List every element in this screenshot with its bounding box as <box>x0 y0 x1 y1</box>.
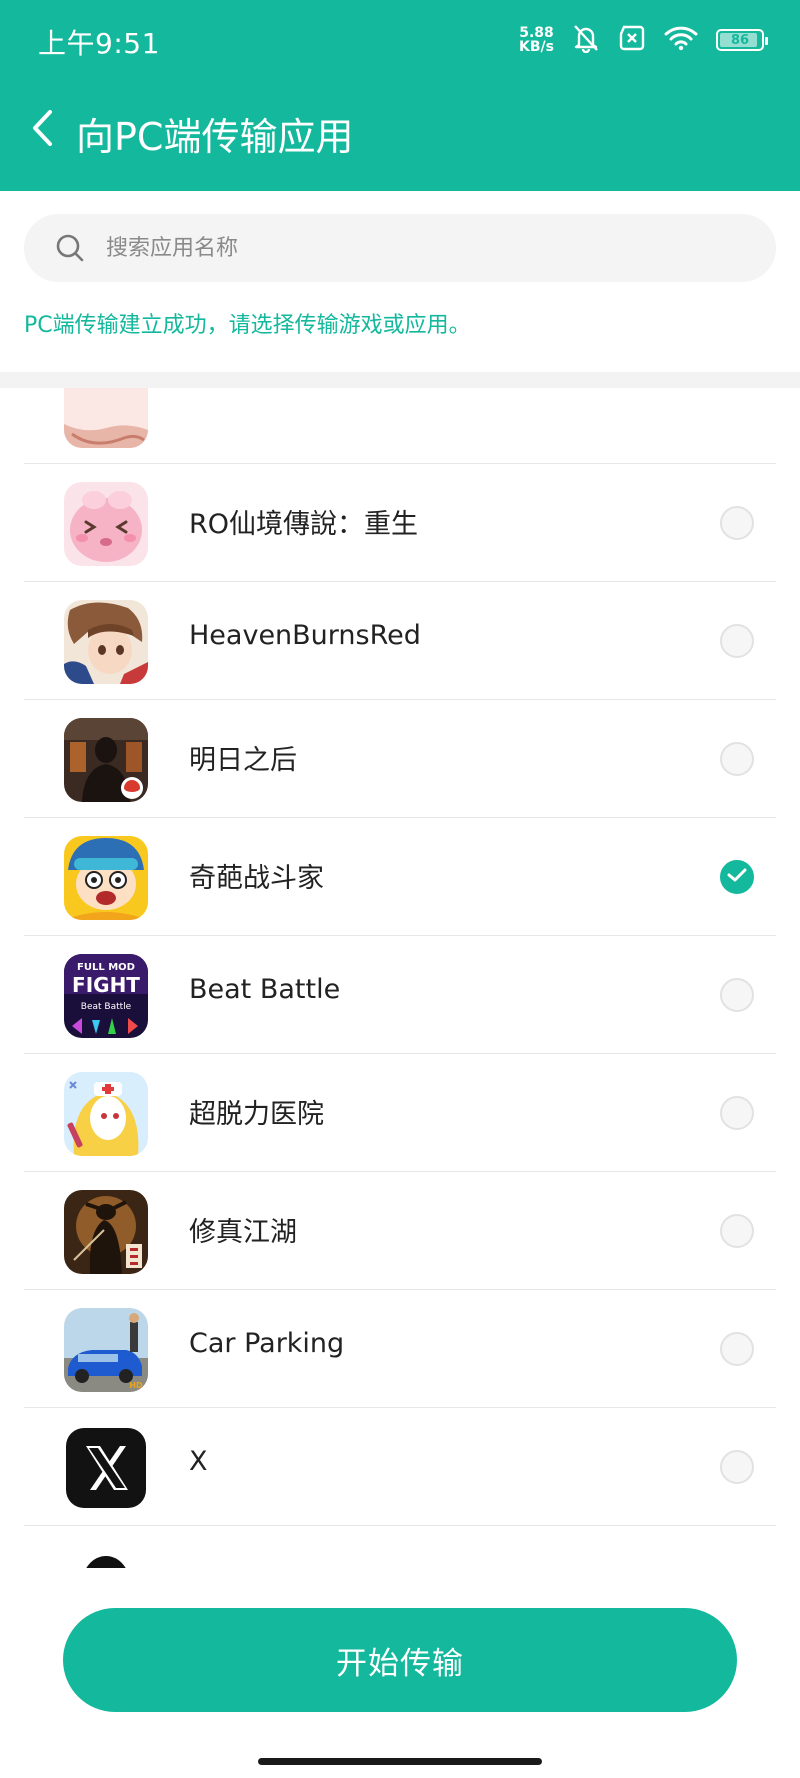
select-radio[interactable] <box>720 978 754 1012</box>
list-item[interactable]: 奇葩战斗家 <box>24 818 776 936</box>
svg-text:FULL MOD: FULL MOD <box>77 962 135 973</box>
select-radio[interactable] <box>720 1332 754 1366</box>
partial-anime-app-icon <box>64 388 148 448</box>
app-name: RO仙境傳說：重生 <box>189 509 419 540</box>
qipa-fighter-app-icon <box>64 836 148 920</box>
app-name: Car Parking <box>189 1328 345 1359</box>
search-input[interactable] <box>106 235 706 261</box>
bottom-action-area: 开始传输 <box>0 1568 800 1778</box>
start-transfer-button[interactable]: 开始传输 <box>63 1608 737 1712</box>
select-radio[interactable] <box>720 506 754 540</box>
select-radio[interactable] <box>720 742 754 776</box>
battery-level: 86 <box>730 32 750 48</box>
select-radio[interactable] <box>720 624 754 658</box>
app-name: X <box>189 1446 208 1477</box>
list-item[interactable]: 超脱力医院 <box>24 1054 776 1172</box>
app-name: HeavenBurnsRed <box>189 620 421 651</box>
battery-icon: 86 <box>716 29 768 51</box>
xiuzhen-app-icon <box>64 1190 148 1274</box>
list-item[interactable]: QQ <box>24 1526 776 1568</box>
select-radio-checked[interactable] <box>720 860 754 894</box>
list-item[interactable]: 修真江湖 <box>24 1172 776 1290</box>
list-item[interactable]: RO仙境傳說：重生 <box>24 464 776 582</box>
network-speed: 5.88 KB/s <box>519 26 554 54</box>
section-divider <box>0 372 800 388</box>
status-icons: 5.88 KB/s 86 <box>519 22 768 58</box>
select-radio[interactable] <box>720 1450 754 1484</box>
hospital-app-icon <box>64 1072 148 1156</box>
x-app-icon <box>64 1426 148 1510</box>
wifi-icon <box>664 25 698 55</box>
connection-hint: PC端传输建立成功，请选择传输游戏或应用。 <box>24 313 471 338</box>
car-parking-app-icon: HD <box>64 1308 148 1392</box>
home-indicator[interactable] <box>258 1758 542 1765</box>
heavenburnsred-app-icon <box>64 600 148 684</box>
chevron-left-icon <box>30 109 54 151</box>
list-item[interactable]: HD Car Parking <box>24 1290 776 1408</box>
lifeafter-app-icon <box>64 718 148 802</box>
list-item[interactable]: X <box>24 1408 776 1526</box>
status-time: 上午9:51 <box>38 27 160 60</box>
app-name: 奇葩战斗家 <box>189 863 324 894</box>
app-name: 修真江湖 <box>189 1217 297 1248</box>
app-name: 明日之后 <box>189 745 297 776</box>
network-speed-unit: KB/s <box>519 39 554 55</box>
select-radio[interactable] <box>720 1214 754 1248</box>
checkmark-icon <box>727 867 747 887</box>
status-bar: 上午9:51 5.88 KB/s 86 <box>0 0 800 78</box>
mute-bell-icon <box>572 23 600 57</box>
search-icon <box>54 232 86 264</box>
qq-app-icon <box>64 1544 148 1568</box>
svg-text:HD: HD <box>129 1381 143 1390</box>
no-sim-icon <box>618 25 646 55</box>
svg-text:FIGHT: FIGHT <box>72 973 140 997</box>
app-name: Beat Battle <box>189 974 341 1005</box>
svg-text:Beat Battle: Beat Battle <box>81 1002 132 1012</box>
list-item[interactable]: 明日之后 <box>24 700 776 818</box>
network-speed-value: 5.88 <box>519 25 554 41</box>
header-bar: 上午9:51 5.88 KB/s 86 向PC端传输应用 <box>0 0 800 191</box>
list-item[interactable] <box>24 388 776 464</box>
ro-poring-app-icon <box>64 482 148 566</box>
app-name: 超脱力医院 <box>189 1099 324 1130</box>
list-item[interactable]: FULL MOD FIGHT Beat Battle Beat Battle <box>24 936 776 1054</box>
beat-battle-app-icon: FULL MOD FIGHT Beat Battle <box>64 954 148 1038</box>
app-list[interactable]: RO仙境傳說：重生 HeavenBurnsRed 明日之后 奇葩战斗家 FULL… <box>0 388 800 1568</box>
search-bar[interactable] <box>24 214 776 282</box>
select-radio[interactable] <box>720 1096 754 1130</box>
back-button[interactable] <box>20 104 64 156</box>
list-item[interactable]: HeavenBurnsRed <box>24 582 776 700</box>
page-title: 向PC端传输应用 <box>76 115 354 159</box>
